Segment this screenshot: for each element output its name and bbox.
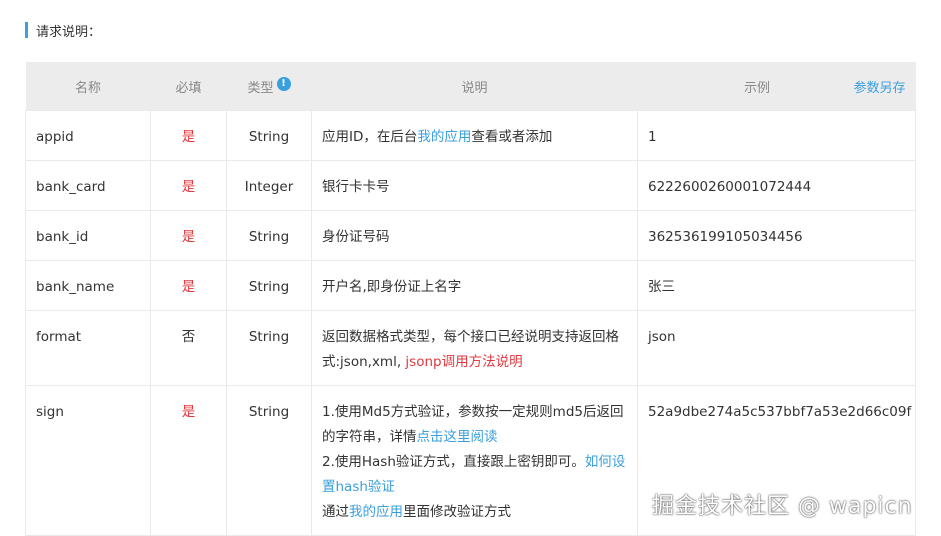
param-example: 1 <box>637 110 916 161</box>
param-type: String <box>226 260 312 311</box>
param-type: String <box>226 385 312 536</box>
param-required: 是 <box>150 260 227 311</box>
desc-link[interactable]: jsonp调用方法说明 <box>405 354 522 370</box>
param-name: bank_name <box>25 260 151 311</box>
desc-link[interactable]: 点击这里阅读 <box>417 429 498 445</box>
param-example: json <box>637 310 916 386</box>
param-desc: 返回数据格式类型，每个接口已经说明支持返回格式:json,xml, jsonp调… <box>311 310 638 386</box>
param-desc: 银行卡卡号 <box>311 160 638 211</box>
param-required: 否 <box>150 310 227 386</box>
header-example-label: 示例 <box>743 80 770 96</box>
params-table: 名称 必填 类型! 说明 示例 参数另存 appid 是 String 应用ID，在后台… <box>25 62 916 536</box>
header-name: 名称 <box>25 62 151 111</box>
param-type: String <box>226 110 312 161</box>
desc-text: 身份证号码 <box>322 229 390 245</box>
desc-text: 银行卡卡号 <box>322 179 390 195</box>
param-desc: 身份证号码 <box>311 210 638 261</box>
table-row: bank_name 是 String 开户名,即身份证上名字 张三 <box>25 260 916 311</box>
header-type-label: 类型 <box>247 80 274 96</box>
param-desc: 1.使用Md5方式验证，参数按一定规则md5后返回的字符串，详情点击这里阅读 2.… <box>311 385 638 536</box>
save-params-link[interactable]: 参数另存 <box>853 77 905 96</box>
param-type: String <box>226 210 312 261</box>
desc-text: 里面修改验证方式 <box>403 504 511 520</box>
table-header: 名称 必填 类型! 说明 示例 参数另存 <box>25 62 916 111</box>
desc-text: 应用ID，在后台 <box>322 129 418 145</box>
desc-text: 2.使用Hash验证方式，直接跟上密钥即可。 <box>322 454 585 470</box>
param-required: 是 <box>150 385 227 536</box>
watermark: 掘金技术社区 @ wapicn <box>652 494 913 519</box>
header-desc: 说明 <box>311 62 638 111</box>
desc-text: 查看或者添加 <box>471 129 553 145</box>
param-required: 是 <box>150 110 227 161</box>
param-name: appid <box>25 110 151 161</box>
param-example: 6222600260001072444 <box>637 160 916 211</box>
header-type: 类型! <box>226 62 312 111</box>
param-desc: 开户名,即身份证上名字 <box>311 260 638 311</box>
table-row: format 否 String 返回数据格式类型，每个接口已经说明支持返回格式:jso… <box>25 310 916 386</box>
desc-text: 通过 <box>322 504 349 520</box>
table-row: bank_card 是 Integer 银行卡卡号 622260026000107244… <box>25 160 916 211</box>
param-name: bank_card <box>25 160 151 211</box>
desc-text: 开户名,即身份证上名字 <box>322 279 462 295</box>
header-required: 必填 <box>150 62 227 111</box>
desc-link[interactable]: 我的应用 <box>349 504 403 520</box>
param-required: 是 <box>150 160 227 211</box>
param-name: bank_id <box>25 210 151 261</box>
section-title: 请求说明： <box>36 24 102 40</box>
param-example: 张三 <box>637 260 916 311</box>
table-row: bank_id 是 String 身份证号码 362536199105034456 <box>25 210 916 261</box>
param-example: 362536199105034456 <box>637 210 916 261</box>
table-row: appid 是 String 应用ID，在后台我的应用查看或者添加 1 <box>25 110 916 161</box>
param-type: String <box>226 310 312 386</box>
section-bar <box>25 22 28 38</box>
param-type: Integer <box>226 160 312 211</box>
param-desc: 应用ID，在后台我的应用查看或者添加 <box>311 110 638 161</box>
header-example: 示例 参数另存 <box>637 62 916 111</box>
param-name: sign <box>25 385 151 536</box>
section-header: 请求说明： <box>25 22 102 40</box>
param-required: 是 <box>150 210 227 261</box>
info-icon[interactable]: ! <box>276 76 291 91</box>
desc-link[interactable]: 我的应用 <box>417 129 471 145</box>
param-name: format <box>25 310 151 386</box>
